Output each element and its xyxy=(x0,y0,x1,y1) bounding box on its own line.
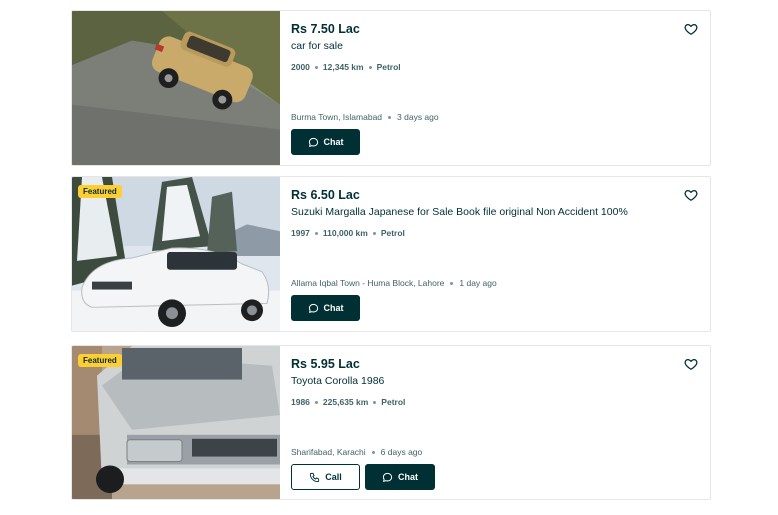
separator-dot xyxy=(388,115,392,119)
listing-photo[interactable]: Featured xyxy=(72,177,280,331)
listing-card[interactable]: Featured Rs 5.95 Lac Toyota Corolla 1986… xyxy=(71,345,711,500)
listing-location: Sharifabad, Karachi xyxy=(291,447,366,457)
listing-price: Rs 5.95 Lac xyxy=(291,357,360,371)
listing-posted: 1 day ago xyxy=(459,278,497,288)
listing-location-line: Sharifabad, Karachi 6 days ago xyxy=(291,447,422,457)
separator-dot xyxy=(368,65,372,69)
call-button-label: Call xyxy=(325,472,342,482)
listing-title[interactable]: Suzuki Margalla Japanese for Sale Book f… xyxy=(291,206,628,218)
listing-specs: 1986 225,635 km Petrol xyxy=(291,397,405,407)
listing-title[interactable]: Toyota Corolla 1986 xyxy=(291,375,384,387)
listing-photo[interactable] xyxy=(72,11,280,165)
chat-button[interactable]: Chat xyxy=(291,129,360,155)
listing-location-line: Burma Town, Islamabad 3 days ago xyxy=(291,112,439,122)
listing-specs: 2000 12,345 km Petrol xyxy=(291,62,401,72)
listing-specs: 1997 110,000 km Petrol xyxy=(291,228,405,238)
heart-icon[interactable] xyxy=(684,188,698,202)
listing-title[interactable]: car for sale xyxy=(291,40,343,52)
chat-button-label: Chat xyxy=(398,472,418,482)
listing-photo[interactable]: Featured xyxy=(72,346,280,499)
chat-button-label: Chat xyxy=(323,303,344,313)
chat-button[interactable]: Chat xyxy=(291,295,360,321)
chat-bubble-icon xyxy=(308,303,318,313)
listing-mileage: 225,635 km xyxy=(322,397,369,407)
listing-price: Rs 6.50 Lac xyxy=(291,188,360,202)
call-button[interactable]: Call xyxy=(291,464,360,490)
chat-button-label: Chat xyxy=(323,137,344,147)
separator-dot xyxy=(373,400,377,404)
phone-icon xyxy=(310,472,320,482)
listing-card[interactable]: Featured Rs 6.50 Lac Suzuki Margalla Jap… xyxy=(71,176,711,332)
listing-mileage: 110,000 km xyxy=(322,228,368,238)
heart-icon[interactable] xyxy=(684,357,698,371)
chat-button[interactable]: Chat xyxy=(365,464,435,490)
listing-fuel: Petrol xyxy=(381,397,406,407)
listing-mileage: 12,345 km xyxy=(322,62,364,72)
listing-year: 2000 xyxy=(291,62,310,72)
listing-card[interactable]: Rs 7.50 Lac car for sale 2000 12,345 km … xyxy=(71,10,711,166)
chat-bubble-icon xyxy=(308,137,318,147)
listing-location: Allama Iqbal Town - Huma Block, Lahore xyxy=(291,278,445,288)
separator-dot xyxy=(314,231,318,235)
listing-posted: 6 days ago xyxy=(380,447,423,457)
listing-price: Rs 7.50 Lac xyxy=(291,22,360,36)
listing-location: Burma Town, Islamabad xyxy=(291,112,383,122)
listing-posted: 3 days ago xyxy=(397,112,439,122)
featured-badge: Featured xyxy=(78,185,122,198)
featured-badge: Featured xyxy=(78,354,122,367)
chat-bubble-icon xyxy=(382,472,393,482)
heart-icon[interactable] xyxy=(684,22,698,36)
listing-fuel: Petrol xyxy=(380,228,405,238)
separator-dot xyxy=(372,231,376,235)
listing-year: 1997 xyxy=(291,228,310,238)
separator-dot xyxy=(314,65,318,69)
separator-dot xyxy=(371,450,375,454)
listing-year: 1986 xyxy=(291,397,310,407)
separator-dot xyxy=(314,400,318,404)
listing-fuel: Petrol xyxy=(376,62,401,72)
listing-location-line: Allama Iqbal Town - Huma Block, Lahore 1… xyxy=(291,278,497,288)
separator-dot xyxy=(450,281,454,285)
